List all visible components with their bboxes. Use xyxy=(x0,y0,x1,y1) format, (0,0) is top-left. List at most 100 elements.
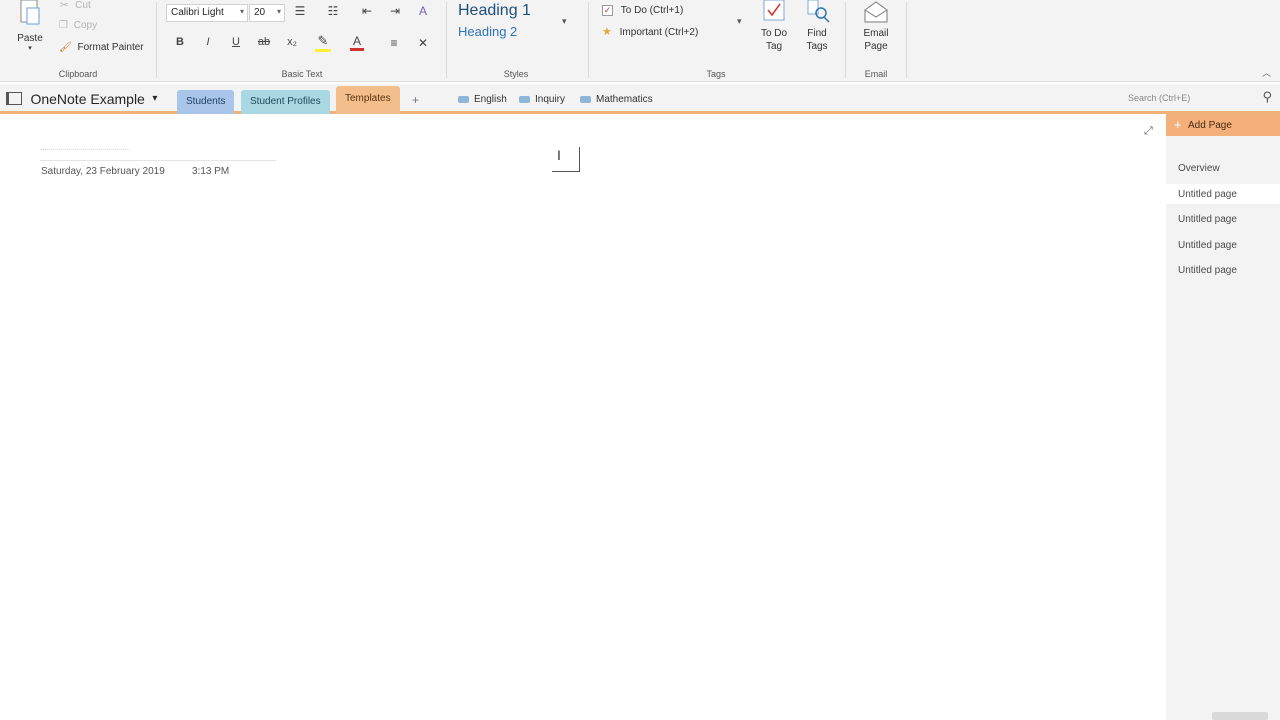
paste-icon xyxy=(20,0,40,25)
section-group-icon xyxy=(580,95,591,103)
email-page-label: Email Page xyxy=(863,28,889,52)
note-container[interactable] xyxy=(552,147,580,172)
style-heading-2[interactable]: Heading 2 xyxy=(454,22,576,41)
increase-indent-icon[interactable]: ⇥ xyxy=(385,4,405,18)
scissors-icon: ✂ xyxy=(60,0,69,11)
email-page-button[interactable]: Email Page xyxy=(856,0,896,53)
tab-students-label: Students xyxy=(186,96,226,107)
section-inquiry-label: Inquiry xyxy=(535,94,566,105)
section-mathematics[interactable]: Mathematics xyxy=(580,94,653,105)
styles-gallery[interactable]: Heading 1 Heading 2 ▾ xyxy=(454,0,576,52)
notebook-navbar: OneNote Example ▾ Students Student Profi… xyxy=(0,84,1280,114)
cut-label: Cut xyxy=(75,0,91,11)
important-tag-item[interactable]: ★ Important (Ctrl+2) xyxy=(600,19,750,38)
notebook-selector[interactable]: OneNote Example ▾ xyxy=(6,90,157,112)
add-page-label: Add Page xyxy=(1188,120,1232,131)
todo-tag-button-label: To Do Tag xyxy=(760,28,788,52)
page-canvas[interactable]: Saturday, 23 February 2019 3:13 PM I ⤢ xyxy=(0,117,1166,720)
bold-icon[interactable]: B xyxy=(170,36,190,48)
font-color-icon[interactable]: A xyxy=(350,34,364,51)
page-title-line[interactable] xyxy=(40,160,276,161)
paste-dropdown-icon[interactable]: ▾ xyxy=(14,44,46,52)
paste-label: Paste xyxy=(17,33,43,44)
search-box[interactable]: Search (Ctrl+E) ⚲ xyxy=(1124,88,1276,108)
notebook-name: OneNote Example xyxy=(30,90,145,107)
find-tags-button[interactable]: Find Tags xyxy=(801,0,833,53)
todo-tag-button[interactable]: To Do Tag xyxy=(756,0,792,53)
scrollbar-thumb[interactable] xyxy=(1212,712,1268,720)
checkbox-icon: ✓ xyxy=(602,5,613,16)
chevron-down-icon[interactable]: ▾ xyxy=(737,16,742,27)
search-icon: ⚲ xyxy=(1262,89,1272,104)
section-inquiry[interactable]: Inquiry xyxy=(519,94,565,105)
todo-tag-item[interactable]: ✓ To Do (Ctrl+1) xyxy=(600,2,750,19)
cut-button[interactable]: ✂ Cut xyxy=(60,0,91,11)
page-date: Saturday, 23 February 2019 xyxy=(41,166,165,177)
section-mathematics-label: Mathematics xyxy=(596,94,653,105)
font-name-value: Calibri Light xyxy=(171,7,224,18)
copy-button[interactable]: ❐ Copy xyxy=(59,20,97,31)
todo-tag-label: To Do (Ctrl+1) xyxy=(620,5,684,17)
find-tags-icon xyxy=(807,0,830,23)
decrease-indent-icon[interactable]: ⇤ xyxy=(357,4,377,18)
star-icon: ★ xyxy=(602,26,612,39)
clear-icon[interactable]: ✕ xyxy=(413,36,433,50)
ribbon-separator xyxy=(446,2,447,78)
clear-formatting-icon[interactable]: A xyxy=(413,4,433,18)
tags-group-label: Tags xyxy=(706,69,726,79)
tab-student-profiles[interactable]: Student Profiles xyxy=(241,90,330,114)
section-group-icon xyxy=(458,95,469,103)
paintbrush-icon: 🖌 xyxy=(59,42,72,53)
page-item-untitled-4[interactable]: Untitled page xyxy=(1178,265,1237,276)
italic-icon[interactable]: I xyxy=(198,36,218,48)
format-painter-button[interactable]: 🖌 Format Painter xyxy=(59,42,144,53)
copy-label: Copy xyxy=(73,20,98,31)
page-time: 3:13 PM xyxy=(192,166,230,177)
ribbon-separator xyxy=(156,2,157,78)
basic-text-group-label: Basic Text xyxy=(281,69,323,79)
section-english-label: English xyxy=(474,94,507,105)
collapse-ribbon-icon[interactable]: ︿ xyxy=(1262,66,1271,79)
section-english[interactable]: English xyxy=(458,94,507,105)
chevron-down-icon: ▾ xyxy=(152,93,158,105)
tab-templates[interactable]: Templates xyxy=(336,86,400,114)
todo-checkbox-icon xyxy=(763,0,785,21)
chevron-down-icon: ▾ xyxy=(276,7,281,16)
page-item-untitled-3[interactable]: Untitled page xyxy=(1178,240,1237,251)
bullets-icon[interactable]: ☰ xyxy=(290,4,310,18)
align-icon[interactable]: ≡ xyxy=(384,36,404,50)
find-tags-label: Find Tags xyxy=(806,28,828,52)
ribbon-separator xyxy=(845,2,846,78)
tags-gallery[interactable]: ✓ To Do (Ctrl+1) ★ Important (Ctrl+2) ▾ xyxy=(600,2,750,52)
important-tag-label: Important (Ctrl+2) xyxy=(619,27,699,39)
underline-icon[interactable]: U xyxy=(226,36,246,48)
page-item-overview[interactable]: Overview xyxy=(1178,163,1220,174)
styles-group-label: Styles xyxy=(503,69,529,79)
style-heading-1[interactable]: Heading 1 xyxy=(454,0,576,22)
subscript-icon[interactable]: x₂ xyxy=(282,36,302,48)
expand-icon[interactable]: ⤢ xyxy=(1144,125,1153,138)
ribbon-separator xyxy=(906,2,907,78)
tab-student-profiles-label: Student Profiles xyxy=(250,96,321,107)
highlight-icon[interactable]: ✎ xyxy=(315,33,331,52)
page-item-untitled-2[interactable]: Untitled page xyxy=(1178,214,1237,225)
tab-students[interactable]: Students xyxy=(177,90,235,114)
page-title-ghost xyxy=(40,144,130,150)
add-section-button[interactable]: + xyxy=(412,93,419,107)
tab-templates-label: Templates xyxy=(345,93,391,104)
section-group-icon xyxy=(519,95,530,103)
ribbon: Paste ▾ ✂ Cut ❐ Copy 🖌 Format Painter Cl… xyxy=(0,0,1280,82)
strikethrough-icon[interactable]: ab xyxy=(254,36,274,48)
font-name-combo[interactable]: Calibri Light ▾ xyxy=(166,4,248,22)
format-painter-label: Format Painter xyxy=(77,42,144,53)
search-placeholder: Search (Ctrl+E) xyxy=(1128,93,1191,103)
add-page-button[interactable]: + Add Page xyxy=(1166,114,1280,136)
paste-button[interactable]: Paste ▾ xyxy=(14,0,46,56)
envelope-icon xyxy=(864,1,888,23)
email-group-label: Email xyxy=(864,69,888,79)
notebook-icon xyxy=(6,92,22,106)
numbering-icon[interactable]: ☷ xyxy=(323,4,343,18)
chevron-down-icon[interactable]: ▾ xyxy=(562,16,567,27)
page-item-untitled-1[interactable]: Untitled page xyxy=(1178,189,1237,200)
font-size-combo[interactable]: 20 ▾ xyxy=(249,4,285,22)
